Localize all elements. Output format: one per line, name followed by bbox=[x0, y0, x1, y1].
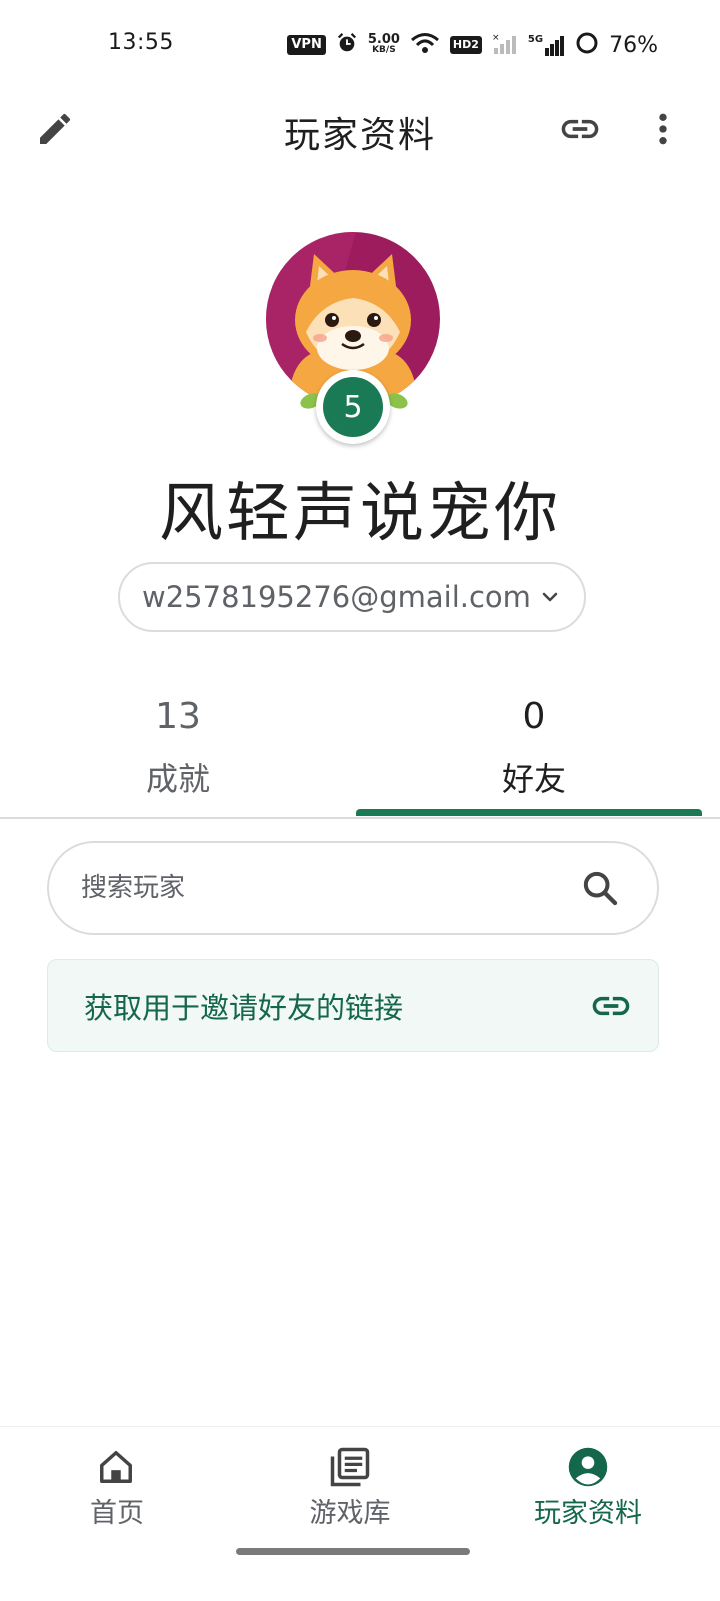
account-email: w2578195276@gmail.com bbox=[142, 580, 531, 614]
more-options-button[interactable] bbox=[638, 106, 688, 156]
status-bar: 13:55 VPN 5.00 KB/S HD2 × 5G 76% bbox=[0, 0, 720, 90]
tab-friends[interactable]: 0 好友 bbox=[356, 680, 712, 815]
vpn-badge: VPN bbox=[287, 35, 326, 55]
link-icon bbox=[558, 107, 602, 155]
status-time: 13:55 bbox=[108, 30, 174, 55]
search-box[interactable] bbox=[47, 841, 659, 935]
home-icon bbox=[0, 1445, 240, 1489]
account-circle-icon bbox=[468, 1445, 708, 1489]
friends-count: 0 bbox=[522, 696, 546, 737]
more-vert-icon bbox=[643, 109, 683, 153]
tab-selected-indicator bbox=[356, 809, 702, 816]
net-speed: 5.00 KB/S bbox=[367, 32, 400, 55]
player-name: 风轻声说宠你 bbox=[159, 477, 561, 551]
stats-tabs: 13 成就 0 好友 bbox=[0, 680, 720, 819]
wifi-icon bbox=[410, 32, 440, 58]
nav-item-home[interactable]: 首页 bbox=[0, 1427, 240, 1537]
home-gesture-bar[interactable] bbox=[236, 1548, 470, 1555]
signal-weak-icon: × bbox=[492, 32, 518, 58]
battery-icon bbox=[575, 31, 599, 59]
alarm-icon bbox=[336, 32, 358, 58]
invite-link-card[interactable]: 获取用于邀请好友的链接 bbox=[47, 959, 659, 1052]
link-icon bbox=[586, 986, 636, 1026]
signal-5g-icon: 5G bbox=[528, 34, 565, 56]
nav-label-home: 首页 bbox=[90, 1498, 144, 1529]
library-icon bbox=[230, 1445, 470, 1489]
svg-text:×: × bbox=[492, 33, 500, 43]
achievements-count: 13 bbox=[155, 696, 201, 737]
status-icons: VPN 5.00 KB/S HD2 × 5G 76% bbox=[287, 30, 658, 60]
tab-achievements[interactable]: 13 成就 bbox=[0, 680, 356, 815]
battery-level: 76% bbox=[609, 32, 658, 58]
chevron-down-icon bbox=[531, 585, 570, 609]
hd-badge: HD2 bbox=[449, 36, 482, 54]
achievements-label: 成就 bbox=[145, 760, 210, 798]
level-badge: 5 bbox=[316, 370, 390, 444]
search-input[interactable] bbox=[79, 872, 575, 904]
page-title: 玩家资料 bbox=[283, 115, 436, 156]
account-switcher[interactable]: w2578195276@gmail.com bbox=[118, 562, 586, 632]
search-icon[interactable] bbox=[575, 863, 625, 913]
nav-label-profile: 玩家资料 bbox=[534, 1498, 642, 1529]
bottom-nav: 首页 游戏库 玩家资料 bbox=[0, 1426, 720, 1601]
level-value: 5 bbox=[323, 377, 383, 437]
invite-link-label: 获取用于邀请好友的链接 bbox=[84, 990, 404, 1025]
nav-item-library[interactable]: 游戏库 bbox=[230, 1427, 470, 1537]
friends-label: 好友 bbox=[501, 760, 566, 798]
app-bar: 玩家资料 bbox=[0, 90, 720, 170]
nav-label-library: 游戏库 bbox=[309, 1498, 391, 1529]
nav-item-profile[interactable]: 玩家资料 bbox=[468, 1427, 708, 1537]
share-link-button[interactable] bbox=[555, 106, 605, 156]
